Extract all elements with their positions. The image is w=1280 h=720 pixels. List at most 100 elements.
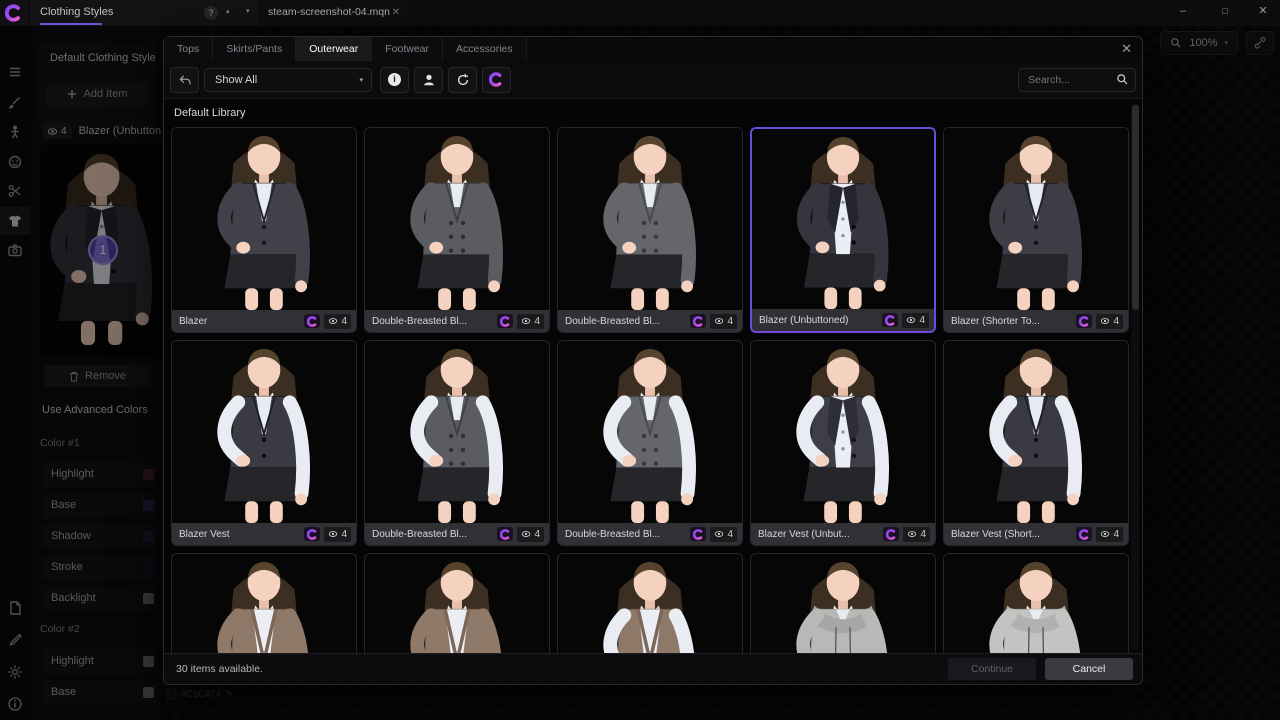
item-card[interactable]: Blazer Vest 4 (171, 340, 357, 546)
mannequin-badge-icon (497, 527, 513, 541)
minimize-button[interactable]: – (1168, 0, 1198, 24)
views-chip: 4 (1096, 527, 1123, 542)
item-card[interactable]: 4 (750, 553, 936, 654)
titlebar: Clothing Styles ? ▴ ▾ steam-screenshot-0… (0, 0, 1280, 26)
help-icon[interactable]: ? (204, 6, 218, 20)
item-card[interactable]: 4 (557, 553, 743, 654)
item-label-strip: Blazer (Unbuttoned)4 (752, 309, 934, 331)
item-name: Blazer (172, 316, 304, 327)
document-tab[interactable]: steam-screenshot-04.mqn ✕ (258, 0, 408, 26)
item-card[interactable]: 4 (364, 553, 550, 654)
active-tab-underline (40, 23, 102, 25)
mannequin-logo-icon (489, 72, 504, 87)
views-count: 4 (341, 316, 347, 327)
caret-down-icon[interactable]: ▾ (246, 7, 250, 15)
item-card[interactable]: Blazer Vest (Short... 4 (943, 340, 1129, 546)
item-thumbnail (944, 128, 1128, 310)
dialog-footer: 30 items available. Continue Cancel (164, 653, 1142, 684)
status-text: 30 items available. (176, 663, 263, 675)
item-thumbnail (558, 341, 742, 523)
item-card[interactable]: 4 (943, 553, 1129, 654)
item-label-strip: Blazer Vest (Short... 4 (944, 523, 1128, 545)
views-count: 4 (920, 529, 926, 540)
views-count: 4 (727, 529, 733, 540)
mannequin-badge-icon (1076, 527, 1092, 541)
mannequin-badge-icon (497, 314, 513, 328)
item-grid: Blazer4Double-Breasted Bl...4Double-Brea… (171, 127, 1129, 654)
eye-icon (714, 316, 724, 326)
views-count: 4 (534, 529, 540, 540)
item-card[interactable]: 4 (171, 553, 357, 654)
continue-button[interactable]: Continue (948, 658, 1036, 680)
item-label-strip: Blazer Vest (Unbut...4 (751, 523, 935, 545)
item-name: Blazer Vest (Short... (944, 529, 1076, 540)
item-thumbnail (751, 341, 935, 523)
item-thumbnail (558, 128, 742, 310)
views-count: 4 (341, 529, 347, 540)
tab-footwear[interactable]: Footwear (372, 37, 443, 61)
maximize-button[interactable]: □ (1210, 0, 1240, 24)
item-card[interactable]: Double-Breasted Bl...4 (364, 127, 550, 333)
views-count: 4 (1113, 316, 1119, 327)
item-thumbnail (172, 128, 356, 310)
item-card[interactable]: Blazer 4 (171, 127, 357, 333)
item-card[interactable]: Double-Breasted Bl... 4 (557, 340, 743, 546)
views-chip: 4 (517, 527, 544, 542)
item-label-strip: Blazer 4 (172, 310, 356, 332)
item-thumbnail (365, 554, 549, 654)
mannequin-badge-icon (882, 313, 898, 327)
item-name: Blazer Vest (172, 529, 304, 540)
views-chip: 4 (710, 527, 737, 542)
document-tab-label: steam-screenshot-04.mqn (268, 0, 390, 25)
character-button[interactable] (414, 67, 443, 93)
views-count: 4 (919, 315, 925, 326)
eye-icon (328, 316, 338, 326)
item-name: Double-Breasted Bl... (558, 529, 690, 540)
mannequin-badge-icon (690, 314, 706, 328)
views-chip: 4 (324, 527, 351, 542)
cancel-button[interactable]: Cancel (1045, 658, 1133, 680)
filter-dropdown[interactable]: Show All ▾ (204, 68, 372, 92)
views-count: 4 (727, 316, 733, 327)
item-card[interactable]: Blazer (Shorter To...4 (943, 127, 1129, 333)
tab-accessories[interactable]: Accessories (443, 37, 527, 61)
refresh-button[interactable] (448, 67, 477, 93)
eye-icon (907, 529, 917, 539)
item-thumbnail (751, 554, 935, 654)
eye-icon (1100, 529, 1110, 539)
mannequin-library-button[interactable] (482, 67, 511, 93)
search-input[interactable]: Search... (1018, 68, 1136, 92)
caret-up-icon[interactable]: ▴ (226, 7, 230, 15)
views-chip: 4 (903, 527, 930, 542)
item-thumbnail (944, 341, 1128, 523)
item-thumbnail (172, 554, 356, 654)
refresh-icon (456, 73, 470, 87)
document-tab-close-icon[interactable]: ✕ (392, 0, 400, 25)
dialog-close-icon[interactable]: ✕ (1121, 41, 1132, 57)
info-button[interactable]: i (380, 67, 409, 93)
eye-icon (328, 529, 338, 539)
close-window-button[interactable]: ✕ (1248, 0, 1278, 24)
undo-button[interactable] (170, 67, 199, 93)
item-card-selected[interactable]: Blazer (Unbuttoned)4 (750, 127, 936, 333)
item-card[interactable]: Double-Breasted Bl...4 (557, 127, 743, 333)
item-thumbnail (752, 129, 934, 309)
app-window: 100% ▾ Default Clothing Style Add Item 4… (0, 0, 1280, 720)
scrollbar-thumb[interactable] (1132, 105, 1139, 310)
item-thumbnail (558, 554, 742, 654)
views-count: 4 (534, 316, 540, 327)
tab-tops[interactable]: Tops (164, 37, 213, 61)
item-label-strip: Blazer Vest 4 (172, 523, 356, 545)
tab-skirts-pants[interactable]: Skirts/Pants (213, 37, 296, 61)
app-tab-label: Clothing Styles (40, 0, 113, 25)
item-label-strip: Double-Breasted Bl...4 (365, 523, 549, 545)
filter-value: Show All (215, 74, 257, 86)
tab-outerwear[interactable]: Outerwear (296, 37, 372, 61)
outerwear-library-dialog: TopsSkirts/PantsOuterwearFootwearAccesso… (163, 36, 1143, 685)
app-tab-clothing-styles[interactable]: Clothing Styles (30, 0, 270, 26)
eye-icon (714, 529, 724, 539)
eye-icon (1100, 316, 1110, 326)
item-card[interactable]: Double-Breasted Bl...4 (364, 340, 550, 546)
scrollbar-track[interactable] (1131, 103, 1139, 650)
item-card[interactable]: Blazer Vest (Unbut...4 (750, 340, 936, 546)
